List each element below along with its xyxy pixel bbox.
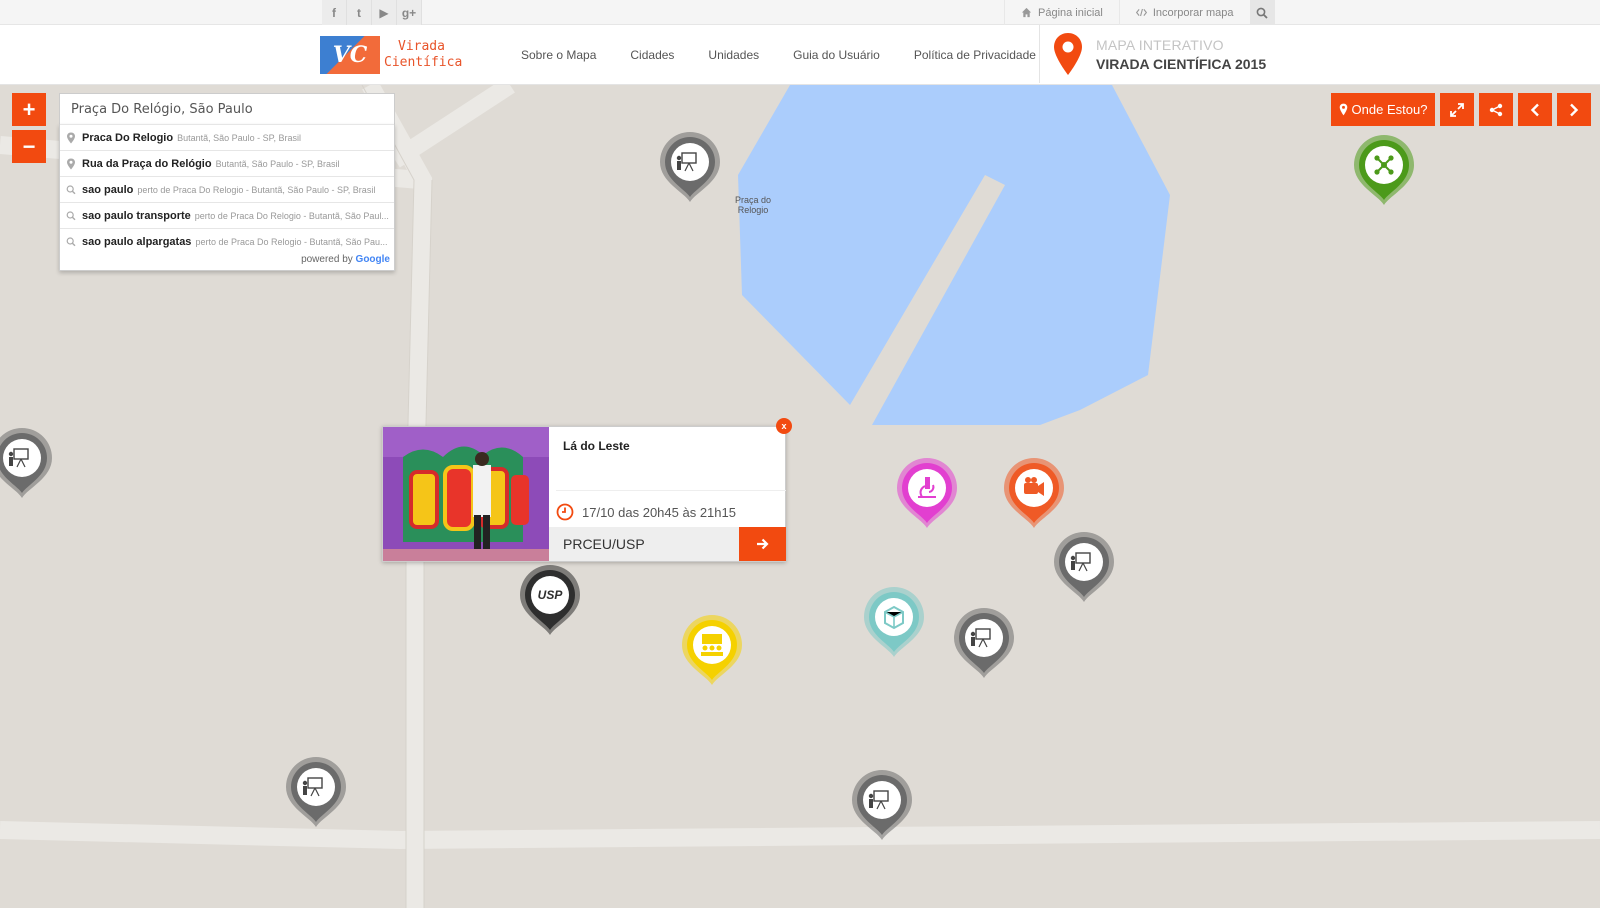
embed-map-label: Incorporar mapa (1152, 6, 1234, 19)
share-button[interactable] (1479, 93, 1513, 126)
nav-item-about[interactable]: Sobre o Mapa (504, 48, 613, 62)
svg-text:USP: USP (538, 588, 564, 602)
search-icon (66, 236, 76, 246)
place-pin-icon (67, 158, 75, 169)
chevron-right-icon (1570, 103, 1579, 116)
autocomplete-sub: perto de Praca Do Relogio - Butantã, São… (194, 210, 389, 221)
logo-mark: VC (320, 36, 380, 74)
zoom-out-button[interactable]: − (12, 130, 46, 163)
google-logo: Google (355, 254, 390, 265)
top-bar: f t ▶ g+ Página inicial Incorporar mapa (0, 0, 1600, 25)
where-am-i-button[interactable]: Onde Estou? (1331, 93, 1435, 126)
open-event-button[interactable] (739, 527, 786, 561)
brand-subtitle: MAPA INTERATIVO (1096, 36, 1224, 53)
fullscreen-button[interactable] (1440, 93, 1474, 126)
share-icon (1489, 103, 1503, 116)
zoom-in-button[interactable]: + (12, 93, 46, 126)
brand-title: VIRADA CIENTÍFICA 2015 (1096, 55, 1267, 72)
chevron-left-icon (1530, 103, 1539, 116)
marker-lecture[interactable] (850, 770, 914, 842)
logo-text: Virada Científica (384, 39, 462, 71)
place-pin-icon (67, 132, 75, 143)
autocomplete-sub: perto de Praca Do Relogio - Butantã, São… (195, 236, 388, 247)
site-logo[interactable]: VC Virada Científica (320, 36, 462, 74)
autocomplete-sub: Butantã, São Paulo - SP, Brasil (215, 158, 340, 169)
twitter-icon[interactable]: t (347, 0, 372, 25)
map-marker-icon (1339, 103, 1347, 116)
nav-item-privacy[interactable]: Política de Privacidade (897, 48, 1053, 62)
event-photo (383, 427, 549, 561)
marker-exhibit[interactable] (862, 587, 926, 659)
clock-icon (556, 503, 574, 521)
next-button[interactable] (1557, 93, 1591, 126)
place-label: Praça do Relogio (734, 195, 772, 215)
logo-line-2: Científica (384, 55, 463, 70)
event-popup: Lá do Leste 17/10 das 20h45 às 21h15 PRC… (382, 426, 786, 562)
marker-network[interactable] (1352, 135, 1416, 207)
autocomplete-dropdown: Praca Do Relogio Butantã, São Paulo - SP… (59, 124, 395, 271)
autocomplete-item[interactable]: Rua da Praça do Relógio Butantã, São Pau… (60, 150, 394, 176)
autocomplete-main: sao paulo (82, 183, 134, 196)
marker-lecture[interactable] (0, 428, 54, 500)
event-title: Lá do Leste (563, 439, 630, 453)
close-popup-button[interactable]: x (776, 418, 792, 434)
top-search-button[interactable] (1249, 0, 1275, 25)
google-plus-icon[interactable]: g+ (397, 0, 422, 25)
map-brand: MAPA INTERATIVO VIRADA CIENTÍFICA 2015 (1039, 25, 1266, 83)
home-icon (1021, 7, 1032, 18)
home-link-label: Página inicial (1038, 6, 1103, 19)
embed-map-link[interactable]: Incorporar mapa (1118, 0, 1250, 25)
main-nav: Sobre o Mapa Cidades Unidades Guia do Us… (504, 25, 1053, 85)
autocomplete-item[interactable]: sao paulo perto de Praca Do Relogio - Bu… (60, 176, 394, 202)
map-tools: Onde Estou? (1326, 93, 1591, 126)
logo-line-1: Virada (398, 39, 445, 54)
search-icon (66, 210, 76, 220)
map-canvas[interactable]: Praça do Relogio + − Praça Do Relógio, Sã… (0, 85, 1600, 908)
autocomplete-item[interactable]: sao paulo alpargatas perto de Praca Do R… (60, 228, 394, 254)
location-search-input[interactable]: Praça Do Relógio, São Paulo (59, 93, 395, 125)
event-unit-bar: PRCEU/USP (549, 527, 786, 561)
marker-lecture[interactable] (1052, 532, 1116, 604)
search-icon (66, 184, 76, 194)
event-unit: PRCEU/USP (563, 536, 645, 552)
marker-lecture[interactable] (952, 608, 1016, 680)
marker-audience[interactable] (680, 615, 744, 687)
graffiti-image (383, 427, 549, 561)
autocomplete-sub: perto de Praca Do Relogio - Butantã, São… (137, 184, 376, 195)
search-icon (1256, 7, 1268, 19)
usp-icon: USP (538, 588, 564, 602)
marker-usp[interactable]: USP (518, 565, 582, 637)
where-am-i-label: Onde Estou? (1351, 102, 1428, 117)
nav-item-user-guide[interactable]: Guia do Usuário (776, 48, 897, 62)
marker-lecture[interactable] (284, 757, 348, 829)
autocomplete-item[interactable]: sao paulo transporte perto de Praca Do R… (60, 202, 394, 228)
youtube-icon[interactable]: ▶ (372, 0, 397, 25)
arrow-right-icon (757, 538, 769, 550)
home-link[interactable]: Página inicial (1004, 0, 1119, 25)
autocomplete-item[interactable]: Praca Do Relogio Butantã, São Paulo - SP… (60, 124, 394, 150)
top-links: Página inicial Incorporar mapa (1004, 0, 1275, 25)
marker-film[interactable] (1002, 458, 1066, 530)
social-links: f t ▶ g+ (322, 0, 422, 25)
code-icon (1135, 8, 1147, 17)
autocomplete-main: sao paulo alpargatas (82, 235, 192, 248)
autocomplete-sub: Butantã, São Paulo - SP, Brasil (177, 132, 301, 143)
previous-button[interactable] (1518, 93, 1552, 126)
marker-lecture[interactable] (658, 132, 722, 204)
facebook-icon[interactable]: f (322, 0, 347, 25)
autocomplete-main: Praca Do Relogio (82, 131, 174, 144)
marker-science[interactable] (895, 458, 959, 530)
nav-item-cities[interactable]: Cidades (613, 48, 691, 62)
site-header: VC Virada Científica Sobre o Mapa Cidade… (0, 25, 1600, 85)
autocomplete-main: Rua da Praça do Relógio (82, 157, 212, 170)
event-time: 17/10 das 20h45 às 21h15 (556, 490, 786, 521)
autocomplete-main: sao paulo transporte (82, 209, 191, 222)
nav-item-units[interactable]: Unidades (691, 48, 776, 62)
powered-by-google: powered by Google (301, 254, 390, 265)
map-pin-icon (1054, 33, 1082, 75)
expand-icon (1450, 102, 1464, 117)
